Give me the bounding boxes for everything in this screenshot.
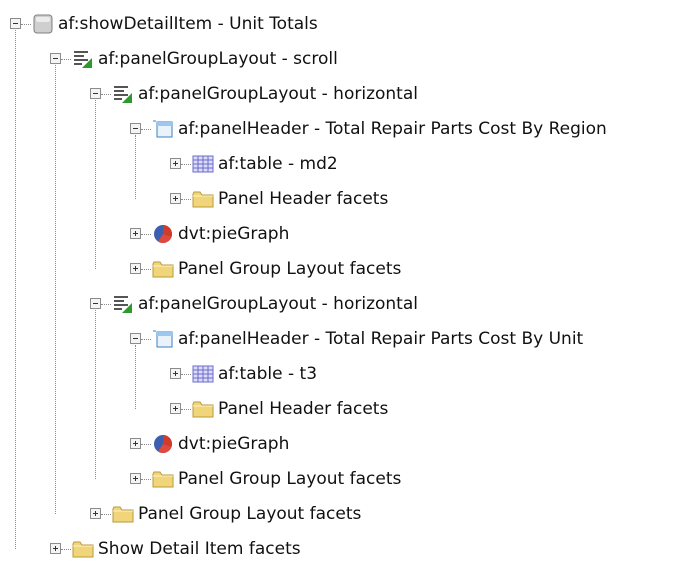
collapse-toggle[interactable] — [130, 123, 141, 134]
panel-group-layout-icon — [72, 49, 94, 69]
tree-node-label: af:panelGroupLayout - horizontal — [138, 294, 418, 314]
tree-branch-line — [61, 549, 71, 550]
tree-node-label: dvt:pieGraph — [178, 434, 290, 454]
tree-node-label: Panel Header facets — [218, 189, 389, 209]
tree-node-label: Panel Group Layout facets — [138, 504, 362, 524]
tree-node[interactable] — [0, 147, 698, 181]
collapse-toggle[interactable] — [90, 88, 101, 99]
tree-branch-line — [141, 129, 151, 130]
pie-graph-icon — [152, 434, 174, 454]
collapse-toggle[interactable] — [90, 298, 101, 309]
table-icon — [192, 154, 214, 174]
expand-toggle[interactable] — [170, 368, 181, 379]
tree-node-label: af:panelGroupLayout - horizontal — [138, 84, 418, 104]
tree-node-label: af:showDetailItem - Unit Totals — [58, 14, 318, 34]
tree-node-label: Panel Header facets — [218, 399, 389, 419]
panel-group-layout-icon — [112, 294, 134, 314]
component-tree: af:showDetailItem - Unit Totals af:panel… — [0, 0, 698, 559]
pie-graph-icon — [152, 224, 174, 244]
tree-branch-line — [141, 339, 151, 340]
tree-node-label: dvt:pieGraph — [178, 224, 290, 244]
tree-node-label: af:table - md2 — [218, 154, 338, 174]
panel-header-icon — [152, 329, 174, 349]
tree-node-label: Show Detail Item facets — [98, 539, 301, 559]
folder-icon — [152, 469, 174, 489]
expand-toggle[interactable] — [130, 263, 141, 274]
tree-branch-line — [101, 304, 111, 305]
expand-toggle[interactable] — [170, 193, 181, 204]
collapse-toggle[interactable] — [130, 333, 141, 344]
tree-branch-line — [181, 409, 191, 410]
tree-branch-line — [61, 59, 71, 60]
tree-branch-line — [181, 374, 191, 375]
collapse-toggle[interactable] — [10, 18, 21, 29]
expand-toggle[interactable] — [90, 508, 101, 519]
expand-toggle[interactable] — [170, 158, 181, 169]
show-detail-item-icon — [32, 14, 54, 34]
panel-header-icon — [152, 119, 174, 139]
folder-icon — [192, 189, 214, 209]
panel-group-layout-icon — [112, 84, 134, 104]
expand-toggle[interactable] — [170, 403, 181, 414]
tree-branch-line — [21, 24, 31, 25]
tree-branch-line — [141, 444, 151, 445]
folder-icon — [72, 539, 94, 559]
tree-branch-line — [181, 164, 191, 165]
tree-branch-line — [141, 269, 151, 270]
tree-branch-line — [181, 199, 191, 200]
expand-toggle[interactable] — [130, 438, 141, 449]
tree-node-label: Panel Group Layout facets — [178, 259, 402, 279]
tree-branch-line — [101, 514, 111, 515]
tree-node[interactable] — [0, 217, 698, 251]
tree-node-label: af:panelGroupLayout - scroll — [98, 49, 338, 69]
expand-toggle[interactable] — [130, 473, 141, 484]
tree-branch-line — [141, 479, 151, 480]
tree-branch-line — [101, 94, 111, 95]
tree-node[interactable] — [0, 427, 698, 461]
table-icon — [192, 364, 214, 384]
tree-node-label: Panel Group Layout facets — [178, 469, 402, 489]
folder-icon — [112, 504, 134, 524]
collapse-toggle[interactable] — [50, 53, 61, 64]
tree-node[interactable] — [0, 357, 698, 391]
folder-icon — [192, 399, 214, 419]
tree-node-label: af:panelHeader - Total Repair Parts Cost… — [178, 119, 607, 139]
expand-toggle[interactable] — [130, 228, 141, 239]
folder-icon — [152, 259, 174, 279]
expand-toggle[interactable] — [50, 543, 61, 554]
tree-branch-line — [141, 234, 151, 235]
tree-node-label: af:table - t3 — [218, 364, 318, 384]
tree-node-label: af:panelHeader - Total Repair Parts Cost… — [178, 329, 584, 349]
